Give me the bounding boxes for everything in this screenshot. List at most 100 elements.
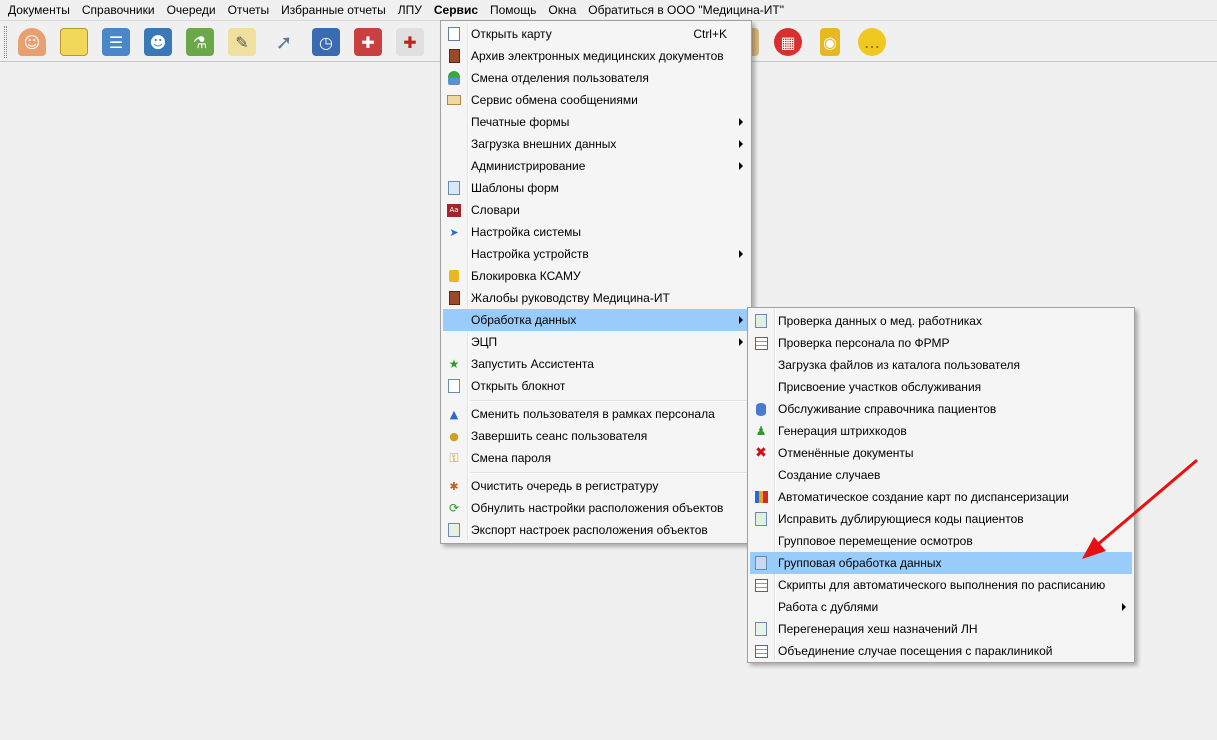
menu-lpu[interactable]: ЛПУ <box>392 0 428 20</box>
apps-grid-icon[interactable]: ▦ <box>772 26 804 58</box>
menu-item-ecp[interactable]: ЭЦП <box>443 331 749 353</box>
menu-item-messaging[interactable]: Сервис обмена сообщениями <box>443 89 749 111</box>
menu-item-form-templates[interactable]: Шаблоны форм <box>443 177 749 199</box>
submenu-item-duplicates[interactable]: Работа с дублями <box>750 596 1132 618</box>
assistant-icon: ★ <box>448 357 460 371</box>
submenu-arrow-icon <box>739 140 743 148</box>
database-icon <box>753 401 769 417</box>
menu-item-label: Экспорт настроек расположения объектов <box>471 523 708 537</box>
menu-item-external-data[interactable]: Загрузка внешних данных <box>443 133 749 155</box>
menu-item-open-card[interactable]: Открыть карту Ctrl+K <box>443 23 749 45</box>
submenu-item-assign-areas[interactable]: Присвоение участков обслуживания <box>750 376 1132 398</box>
menu-item-label: Проверка данных о мед. работниках <box>778 314 982 328</box>
menu-favorite-reports[interactable]: Избранные отчеты <box>275 0 392 20</box>
submenu-item-regenerate-hash[interactable]: Перегенерация хеш назначений ЛН <box>750 618 1132 640</box>
submenu-item-load-files[interactable]: Загрузка файлов из каталога пользователя <box>750 354 1132 376</box>
grid-icon <box>753 577 769 593</box>
medicine-kit-icon[interactable]: ✚ <box>352 26 384 58</box>
menu-help[interactable]: Помощь <box>484 0 542 20</box>
menu-item-label: Архив электронных медицинских документов <box>471 49 724 63</box>
submenu-item-patient-directory[interactable]: Обслуживание справочника пациентов <box>750 398 1132 420</box>
menu-item-label: Обработка данных <box>471 313 577 327</box>
export-icon <box>446 522 462 538</box>
book-icon <box>446 48 462 64</box>
menu-item-data-processing[interactable]: Обработка данных <box>443 309 749 331</box>
menu-item-open-notepad[interactable]: Открыть блокнот <box>443 375 749 397</box>
menu-item-end-session[interactable]: ● Завершить сеанс пользователя <box>443 425 749 447</box>
menu-item-label: Запустить Ассистента <box>471 357 594 371</box>
submenu-item-merge-visits[interactable]: Объединение случае посещения с параклини… <box>750 640 1132 662</box>
menu-item-label: Отменённые документы <box>778 446 914 460</box>
menu-item-label: Словари <box>471 203 520 217</box>
copy-icon <box>753 555 769 571</box>
submenu-item-check-frmr[interactable]: Проверка персонала по ФРМР <box>750 332 1132 354</box>
people-icon: ♟ <box>755 424 767 438</box>
menu-documents[interactable]: Документы <box>2 0 76 20</box>
grid-icon <box>753 335 769 351</box>
menu-item-ehr-archive[interactable]: Архив электронных медицинских документов <box>443 45 749 67</box>
menu-item-export-layout[interactable]: Экспорт настроек расположения объектов <box>443 519 749 541</box>
menu-item-switch-user[interactable]: ▲ Сменить пользователя в рамках персонал… <box>443 403 749 425</box>
check-doc-icon <box>753 313 769 329</box>
menu-service[interactable]: Сервис <box>428 0 484 20</box>
menu-item-label: Проверка персонала по ФРМР <box>778 336 950 350</box>
menu-item-change-password[interactable]: ⚿ Смена пароля <box>443 447 749 469</box>
menu-item-print-forms[interactable]: Печатные формы <box>443 111 749 133</box>
menu-item-system-settings[interactable]: ➤ Настройка системы <box>443 221 749 243</box>
menu-item-label: Групповое перемещение осмотров <box>778 534 973 548</box>
settings-arrow-icon: ➤ <box>449 225 459 239</box>
menu-item-device-settings[interactable]: Настройка устройств <box>443 243 749 265</box>
submenu-item-barcodes[interactable]: ♟ Генерация штрихкодов <box>750 420 1132 442</box>
user-switch-icon: ▲ <box>449 407 459 421</box>
clear-icon: ✱ <box>449 479 459 493</box>
menu-item-label: Жалобы руководству Медицина-ИТ <box>471 291 670 305</box>
menu-windows[interactable]: Окна <box>542 0 582 20</box>
menu-item-clear-queue[interactable]: ✱ Очистить очередь в регистратуру <box>443 475 749 497</box>
submenu-item-scheduled-scripts[interactable]: Скрипты для автоматического выполнения п… <box>750 574 1132 596</box>
menu-item-label: Обнулить настройки расположения объектов <box>471 501 724 515</box>
menu-item-complaints[interactable]: Жалобы руководству Медицина-ИТ <box>443 287 749 309</box>
doctor-icon[interactable]: ☺ <box>16 26 48 58</box>
doc-plus-icon <box>753 621 769 637</box>
schedule-clock-icon[interactable]: ◷ <box>310 26 342 58</box>
menu-item-ksamu-lock[interactable]: Блокировка КСАМУ <box>443 265 749 287</box>
lab-flasks-icon[interactable]: ⚗ <box>184 26 216 58</box>
person-icon <box>446 70 462 86</box>
lock-icon[interactable]: ◉ <box>814 26 846 58</box>
card-index-icon[interactable]: ☰ <box>100 26 132 58</box>
menu-item-reset-layout[interactable]: ⟳ Обнулить настройки расположения объект… <box>443 497 749 519</box>
card-icon <box>446 26 462 42</box>
medical-case-icon[interactable]: ✚ <box>394 26 426 58</box>
id-card-icon[interactable]: ☻ <box>142 26 174 58</box>
menu-item-label: ЭЦП <box>471 335 498 349</box>
toolbar-grip[interactable] <box>4 26 7 58</box>
menu-item-run-assistant[interactable]: ★ Запустить Ассистента <box>443 353 749 375</box>
envelope-icon <box>446 92 462 108</box>
red-x-icon: ✖ <box>755 445 767 461</box>
menu-item-label: Обслуживание справочника пациентов <box>778 402 997 416</box>
menu-item-label: Настройка устройств <box>471 247 589 261</box>
menu-item-label: Настройка системы <box>471 225 582 239</box>
chat-bubble-icon[interactable]: … <box>856 26 888 58</box>
syringe-icon[interactable]: ➚ <box>268 26 300 58</box>
edit-notes-icon[interactable]: ✎ <box>226 26 258 58</box>
menu-contact-vendor[interactable]: Обратиться в ООО "Медицина-ИТ" <box>582 0 790 20</box>
menu-item-dictionaries[interactable]: Aa Словари <box>443 199 749 221</box>
reset-icon: ⟳ <box>448 501 460 515</box>
menu-item-label: Генерация штрихкодов <box>778 424 907 438</box>
menu-reports[interactable]: Отчеты <box>222 0 275 20</box>
menu-item-change-department[interactable]: Смена отделения пользователя <box>443 67 749 89</box>
menu-bar: Документы Справочники Очереди Отчеты Изб… <box>0 0 1217 20</box>
menu-references[interactable]: Справочники <box>76 0 161 20</box>
grid-icon <box>753 643 769 659</box>
notepad-icon[interactable] <box>58 26 90 58</box>
logout-icon: ● <box>449 429 459 443</box>
submenu-item-check-med-workers[interactable]: Проверка данных о мед. работниках <box>750 310 1132 332</box>
menu-item-label: Открыть блокнот <box>471 379 566 393</box>
menu-item-label: Скрипты для автоматического выполнения п… <box>778 578 1106 592</box>
menu-item-label: Очистить очередь в регистратуру <box>471 479 659 493</box>
template-icon <box>446 180 462 196</box>
menu-item-administration[interactable]: Администрирование <box>443 155 749 177</box>
menu-queues[interactable]: Очереди <box>161 0 222 20</box>
dictionary-icon: Aa <box>446 202 462 218</box>
